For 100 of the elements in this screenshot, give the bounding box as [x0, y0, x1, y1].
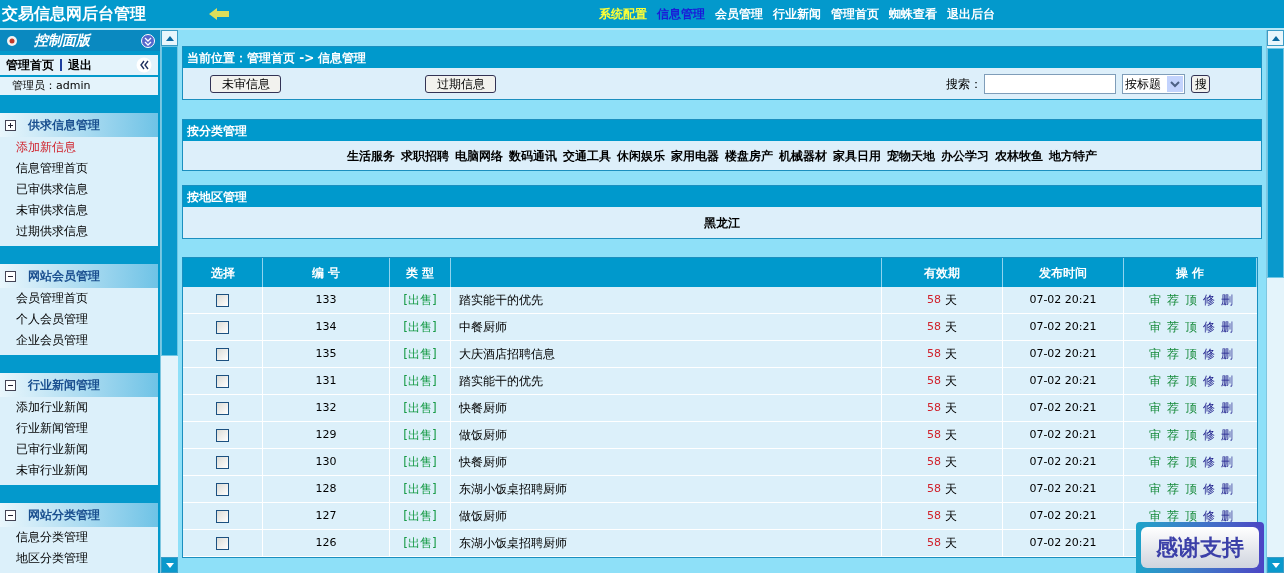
menu-item[interactable]: 行业新闻管理 — [0, 418, 158, 439]
action-link[interactable]: 删 — [1220, 399, 1233, 417]
scroll-thumb[interactable] — [1267, 48, 1284, 278]
group-header[interactable]: 网站会员管理 — [0, 264, 158, 288]
group-header[interactable]: 供求信息管理 — [0, 113, 158, 137]
action-link[interactable]: 修 — [1202, 426, 1215, 444]
menu-item[interactable]: 会员管理首页 — [0, 288, 158, 309]
title-link[interactable]: 踏实能干的优先 — [459, 291, 543, 309]
unreviewed-button[interactable]: 未审信息 — [210, 74, 281, 93]
action-link[interactable]: 审 — [1148, 426, 1161, 444]
logout-tab[interactable]: 退出 — [68, 55, 92, 74]
minus-icon[interactable] — [5, 270, 16, 282]
title-link[interactable]: 踏实能干的优先 — [459, 372, 543, 390]
category-link[interactable]: 家具日用 — [833, 146, 881, 165]
action-link[interactable]: 删 — [1220, 480, 1233, 498]
scrollbar[interactable] — [1266, 30, 1284, 573]
row-checkbox[interactable] — [216, 536, 229, 550]
menu-item[interactable]: 地区分类管理 — [0, 548, 158, 569]
title-link[interactable]: 快餐厨师 — [459, 453, 507, 471]
action-link[interactable]: 删 — [1220, 291, 1233, 309]
category-link[interactable]: 宠物天地 — [887, 146, 935, 165]
title-link[interactable]: 快餐厨师 — [459, 399, 507, 417]
action-link[interactable]: 修 — [1202, 480, 1215, 498]
action-link[interactable]: 修 — [1202, 372, 1215, 390]
group-header[interactable]: 行业新闻管理 — [0, 373, 158, 397]
action-link[interactable]: 顶 — [1184, 318, 1197, 336]
scroll-down-icon[interactable] — [1267, 557, 1284, 573]
title-link[interactable]: 中餐厨师 — [459, 318, 507, 336]
row-checkbox[interactable] — [216, 374, 229, 388]
category-link[interactable]: 机械器材 — [779, 146, 827, 165]
row-checkbox[interactable] — [216, 293, 229, 307]
action-link[interactable]: 修 — [1202, 507, 1215, 525]
action-link[interactable]: 删 — [1220, 372, 1233, 390]
title-link[interactable]: 做饭厨师 — [459, 426, 507, 444]
title-link[interactable]: 东湖小饭桌招聘厨师 — [459, 534, 567, 552]
search-button[interactable]: 搜 — [1191, 74, 1210, 93]
action-link[interactable]: 顶 — [1184, 507, 1197, 525]
action-link[interactable]: 荐 — [1166, 291, 1179, 309]
action-link[interactable]: 删 — [1220, 453, 1233, 471]
action-link[interactable]: 审 — [1148, 345, 1161, 363]
action-link[interactable]: 审 — [1148, 507, 1161, 525]
thanks-badge[interactable]: 感谢支持 — [1141, 527, 1259, 568]
action-link[interactable]: 修 — [1202, 453, 1215, 471]
home-tab[interactable]: 管理首页 — [6, 55, 54, 74]
collapse-icon[interactable] — [141, 33, 155, 48]
scroll-up-icon[interactable] — [1267, 30, 1284, 46]
title-link[interactable]: 东湖小饭桌招聘厨师 — [459, 480, 567, 498]
action-link[interactable]: 修 — [1202, 399, 1215, 417]
category-link[interactable]: 生活服务 — [347, 146, 395, 165]
row-checkbox[interactable] — [216, 401, 229, 415]
action-link[interactable]: 删 — [1220, 345, 1233, 363]
category-link[interactable]: 农林牧鱼 — [995, 146, 1043, 165]
menu-item[interactable]: 已审供求信息 — [0, 179, 158, 200]
group-header[interactable]: 网站分类管理 — [0, 503, 158, 527]
row-checkbox[interactable] — [216, 482, 229, 496]
category-link[interactable]: 求职招聘 — [401, 146, 449, 165]
search-type-select[interactable]: 按标题 — [1122, 73, 1185, 94]
category-link[interactable]: 电脑网络 — [455, 146, 503, 165]
action-link[interactable]: 顶 — [1184, 345, 1197, 363]
menu-item[interactable]: 已审行业新闻 — [0, 439, 158, 460]
menu-item[interactable]: 未审供求信息 — [0, 200, 158, 221]
row-checkbox[interactable] — [216, 455, 229, 469]
action-link[interactable]: 审 — [1148, 399, 1161, 417]
menu-item[interactable]: 个人会员管理 — [0, 309, 158, 330]
action-link[interactable]: 顶 — [1184, 372, 1197, 390]
title-link[interactable]: 做饭厨师 — [459, 507, 507, 525]
action-link[interactable]: 顶 — [1184, 480, 1197, 498]
action-link[interactable]: 顶 — [1184, 453, 1197, 471]
category-link[interactable]: 交通工具 — [563, 146, 611, 165]
action-link[interactable]: 荐 — [1166, 507, 1179, 525]
action-link[interactable]: 删 — [1220, 507, 1233, 525]
action-link[interactable]: 删 — [1220, 318, 1233, 336]
menu-item[interactable]: 信息分类管理 — [0, 527, 158, 548]
category-link[interactable]: 数码通讯 — [509, 146, 557, 165]
row-checkbox[interactable] — [216, 428, 229, 442]
action-link[interactable]: 审 — [1148, 291, 1161, 309]
action-link[interactable]: 荐 — [1166, 399, 1179, 417]
menu-item[interactable]: 信息管理首页 — [0, 158, 158, 179]
minus-icon[interactable] — [5, 379, 16, 391]
region-link[interactable]: 黑龙江 — [704, 213, 740, 232]
title-link[interactable]: 大庆酒店招聘信息 — [459, 345, 555, 363]
dropdown-icon[interactable] — [1167, 75, 1183, 92]
scrollbar[interactable] — [160, 30, 178, 573]
collapse-left-icon[interactable] — [136, 56, 152, 73]
action-link[interactable]: 审 — [1148, 453, 1161, 471]
action-link[interactable]: 审 — [1148, 480, 1161, 498]
row-checkbox[interactable] — [216, 320, 229, 334]
action-link[interactable]: 荐 — [1166, 480, 1179, 498]
action-link[interactable]: 荐 — [1166, 318, 1179, 336]
category-link[interactable]: 家用电器 — [671, 146, 719, 165]
category-link[interactable]: 休闲娱乐 — [617, 146, 665, 165]
menu-item[interactable]: 过期供求信息 — [0, 221, 158, 242]
expired-button[interactable]: 过期信息 — [425, 74, 496, 93]
row-checkbox[interactable] — [216, 509, 229, 523]
category-link[interactable]: 地方特产 — [1049, 146, 1097, 165]
action-link[interactable]: 审 — [1148, 372, 1161, 390]
search-field[interactable] — [984, 73, 1116, 94]
action-link[interactable]: 荐 — [1166, 345, 1179, 363]
row-checkbox[interactable] — [216, 347, 229, 361]
category-link[interactable]: 办公学习 — [941, 146, 989, 165]
